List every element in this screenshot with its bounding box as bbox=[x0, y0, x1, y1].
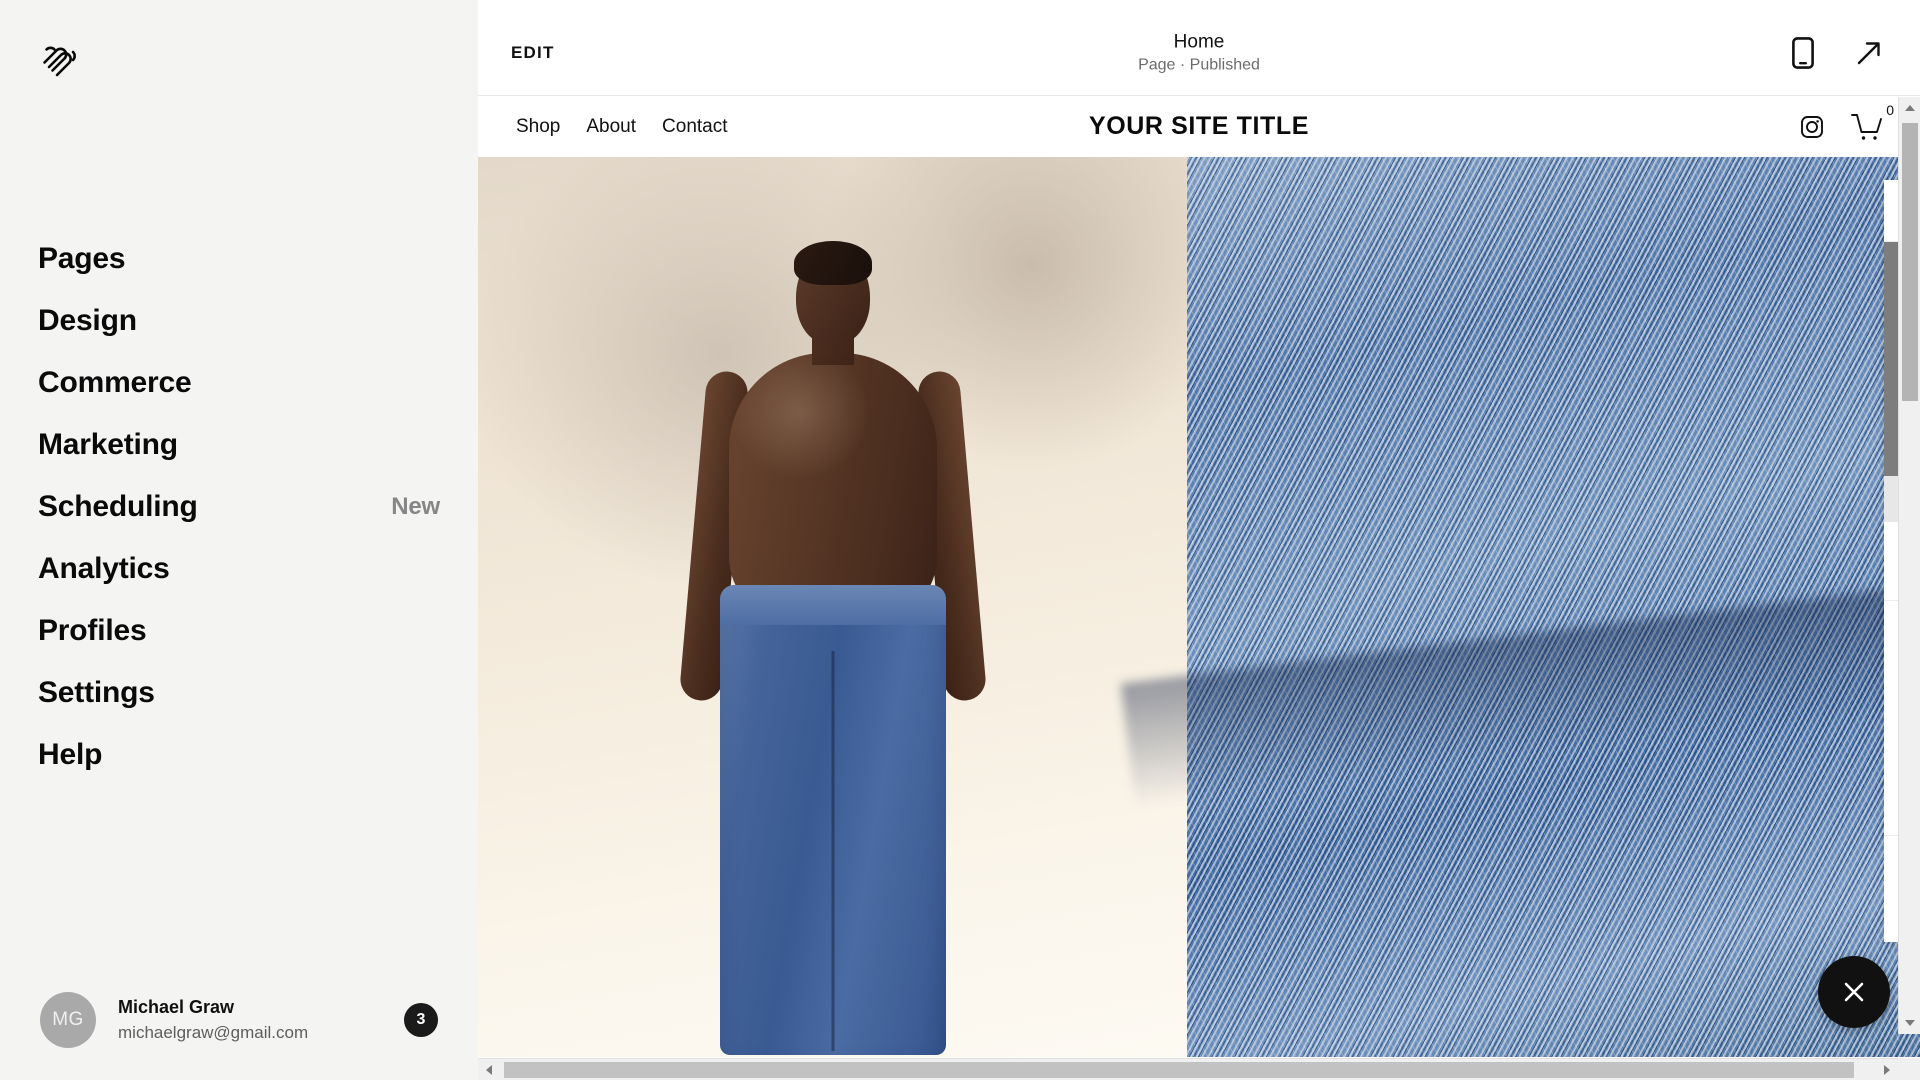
sidebar-item-label: Commerce bbox=[38, 366, 192, 399]
site-nav-link-contact[interactable]: Contact bbox=[662, 116, 727, 138]
sidebar-item-help[interactable]: Help bbox=[0, 724, 478, 786]
model-hair bbox=[793, 241, 872, 285]
sidebar-item-settings[interactable]: Settings bbox=[0, 662, 478, 724]
sidebar-item-commerce[interactable]: Commerce bbox=[0, 352, 478, 414]
hero-image-denim-texture bbox=[1187, 157, 1920, 1057]
sidebar-item-label: Pages bbox=[38, 242, 126, 275]
hero-image-model bbox=[478, 157, 1187, 1057]
instagram-icon[interactable] bbox=[1800, 115, 1824, 139]
vertical-scroll-thumb[interactable] bbox=[1902, 123, 1918, 401]
squarespace-admin-window: Pages Design Commerce Marketing Scheduli… bbox=[0, 0, 1920, 1080]
scroll-left-arrow-icon[interactable] bbox=[478, 1059, 500, 1080]
scroll-right-arrow-icon[interactable] bbox=[1876, 1059, 1898, 1080]
sidebar: Pages Design Commerce Marketing Scheduli… bbox=[0, 0, 478, 1080]
sidebar-item-marketing[interactable]: Marketing bbox=[0, 414, 478, 476]
sidebar-item-label: Scheduling bbox=[38, 490, 198, 523]
site-header: Shop About Contact YOUR SITE TITLE 0 bbox=[478, 96, 1920, 157]
site-nav-link-about[interactable]: About bbox=[586, 116, 636, 138]
site-nav: Shop About Contact bbox=[516, 116, 728, 138]
model-torso bbox=[728, 353, 937, 621]
sidebar-item-scheduling[interactable]: Scheduling New bbox=[0, 476, 478, 538]
sidebar-item-label: Settings bbox=[38, 676, 155, 709]
sidebar-item-analytics[interactable]: Analytics bbox=[0, 538, 478, 600]
page-meta: Home Page · Published bbox=[478, 30, 1920, 75]
scrollbar-corner bbox=[1898, 1058, 1920, 1080]
sidebar-item-label: Marketing bbox=[38, 428, 178, 461]
account-email: michaelgraw@gmail.com bbox=[118, 1022, 309, 1042]
sidebar-item-label: Design bbox=[38, 304, 137, 337]
cart-button[interactable]: 0 bbox=[1850, 102, 1894, 142]
page-vertical-scrollbar[interactable] bbox=[1898, 97, 1920, 1034]
open-external-arrow-icon[interactable] bbox=[1854, 38, 1884, 68]
avatar-initials: MG bbox=[52, 1009, 84, 1030]
editor-toolbar: EDIT Home Page · Published bbox=[478, 10, 1920, 96]
account-text: Michael Graw michaelgraw@gmail.com bbox=[118, 995, 308, 1044]
scroll-up-arrow-icon[interactable] bbox=[1899, 97, 1920, 119]
notification-badge[interactable]: 3 bbox=[404, 1003, 438, 1037]
mobile-device-icon[interactable] bbox=[1792, 36, 1814, 69]
sidebar-item-label: Profiles bbox=[38, 614, 147, 647]
site-header-icons: 0 bbox=[1800, 102, 1894, 142]
sidebar-item-profiles[interactable]: Profiles bbox=[0, 600, 478, 662]
editor-actions bbox=[1792, 36, 1884, 69]
scroll-down-arrow-icon[interactable] bbox=[1899, 1012, 1920, 1034]
sidebar-item-pages[interactable]: Pages bbox=[0, 228, 478, 290]
page-status: Page · Published bbox=[1138, 56, 1260, 74]
preview-area: EDIT Home Page · Published Shop About Co… bbox=[478, 0, 1920, 1080]
edit-button[interactable]: EDIT bbox=[511, 43, 555, 63]
hero-section bbox=[478, 157, 1920, 1057]
account-row[interactable]: MG Michael Graw michaelgraw@gmail.com 3 bbox=[0, 960, 478, 1080]
cart-count: 0 bbox=[1886, 101, 1894, 118]
avatar: MG bbox=[40, 992, 96, 1048]
sidebar-item-new-badge: New bbox=[391, 493, 440, 520]
page-horizontal-scrollbar[interactable] bbox=[478, 1058, 1898, 1080]
account-name: Michael Graw bbox=[118, 997, 235, 1018]
sidebar-nav: Pages Design Commerce Marketing Scheduli… bbox=[0, 228, 478, 786]
sidebar-item-label: Help bbox=[38, 738, 103, 771]
sidebar-item-design[interactable]: Design bbox=[0, 290, 478, 352]
model-jeans bbox=[719, 585, 946, 1055]
horizontal-scroll-thumb[interactable] bbox=[504, 1062, 1854, 1078]
page-title: Home bbox=[1173, 31, 1225, 53]
sidebar-item-label: Analytics bbox=[38, 552, 170, 585]
close-x-icon[interactable] bbox=[1818, 956, 1890, 1028]
squarespace-logo-icon[interactable] bbox=[38, 38, 82, 82]
site-nav-link-shop[interactable]: Shop bbox=[516, 116, 560, 138]
site-preview: Shop About Contact YOUR SITE TITLE 0 bbox=[478, 96, 1920, 1079]
